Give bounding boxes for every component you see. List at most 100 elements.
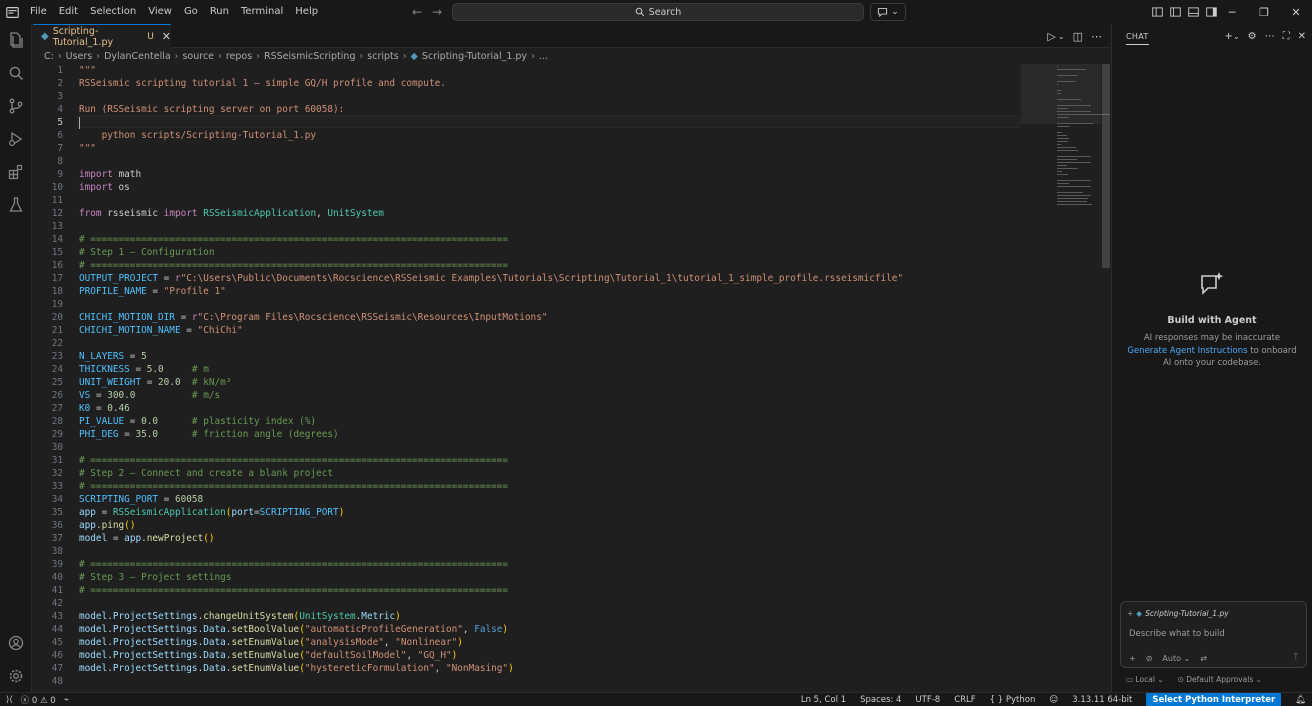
forward-arrow-icon[interactable]: → xyxy=(430,5,444,19)
chat-settings-gear-icon[interactable]: ⚙ xyxy=(1248,31,1257,42)
run-python-file-icon[interactable]: ▷ xyxy=(1047,30,1055,43)
cursor-position[interactable]: Ln 5, Col 1 xyxy=(801,695,846,705)
customize-layout-icon[interactable] xyxy=(1150,5,1164,19)
close-icon[interactable]: ✕ xyxy=(1298,31,1306,42)
more-actions-icon[interactable]: ⋯ xyxy=(1091,30,1102,43)
code-line[interactable]: 33 # ====================================… xyxy=(33,480,1023,493)
send-arrow-icon[interactable]: ↑ xyxy=(1292,652,1300,663)
encoding[interactable]: UTF-8 xyxy=(915,695,940,705)
minimize-icon[interactable]: ─ xyxy=(1216,0,1248,24)
search-icon[interactable] xyxy=(0,57,32,89)
breadcrumb-item[interactable]: scripts xyxy=(367,51,398,62)
context-file-chip[interactable]: + ◆ Scripting-Tutorial_1.py xyxy=(1127,607,1229,620)
breadcrumb-item[interactable]: ... xyxy=(539,51,548,62)
generate-instructions-link[interactable]: Generate Agent Instructions xyxy=(1127,346,1247,356)
code-line[interactable]: 6 python scripts/Scripting-Tutorial_1.py xyxy=(33,129,1023,142)
menu-help[interactable]: Help xyxy=(289,0,324,24)
breadcrumb-item[interactable]: Scripting-Tutorial_1.py xyxy=(422,51,527,62)
new-chat-icon[interactable]: + xyxy=(1225,31,1233,42)
close-icon[interactable]: ✕ xyxy=(162,30,171,43)
code-line[interactable]: 23 N_LAYERS = 5 xyxy=(33,350,1023,363)
add-context-icon[interactable]: + xyxy=(1127,609,1133,618)
code-line[interactable]: 11 xyxy=(33,194,1023,207)
breadcrumb-item[interactable]: RSSeismicScripting xyxy=(264,51,355,62)
breadcrumb-item[interactable]: DylanCentella xyxy=(104,51,171,62)
session-location-picker[interactable]: ▭ Local ⌄ xyxy=(1126,675,1164,684)
mode-picker[interactable]: Auto ⌄ xyxy=(1162,654,1190,663)
code-line[interactable]: 24 THICKNESS = 5.0 # m xyxy=(33,363,1023,376)
code-line[interactable]: 26 VS = 300.0 # m/s xyxy=(33,389,1023,402)
breadcrumb-item[interactable]: C: xyxy=(44,51,54,62)
code-line[interactable]: 29 PHI_DEG = 35.0 # friction angle (degre… xyxy=(33,428,1023,441)
copilot-icon[interactable]: ☺ xyxy=(1049,695,1058,705)
vertical-scrollbar[interactable] xyxy=(1101,64,1110,692)
toggle-panel-icon[interactable] xyxy=(1186,5,1200,19)
chevron-down-icon[interactable]: ⌄ xyxy=(1058,32,1065,41)
notifications-bell-icon[interactable]: 🔔︎ xyxy=(1295,695,1312,705)
remote-icon[interactable]: ⟩⟨ xyxy=(6,695,13,705)
code-line[interactable]: 18 PROFILE_NAME = "Profile 1" xyxy=(33,285,1023,298)
restore-icon[interactable]: ❐ xyxy=(1248,0,1280,24)
python-version[interactable]: 3.13.11 64-bit xyxy=(1072,695,1132,705)
close-icon[interactable]: ✕ xyxy=(1280,0,1312,24)
code-line[interactable]: 5 xyxy=(33,116,1023,129)
chat-input-placeholder[interactable]: Describe what to build xyxy=(1129,629,1225,639)
code-line[interactable]: 21 CHICHI_MOTION_NAME = "ChiChi" xyxy=(33,324,1023,337)
back-arrow-icon[interactable]: ← xyxy=(410,5,424,19)
code-line[interactable]: 17 OUTPUT_PROJECT = r"C:\Users\Public\Doc… xyxy=(33,272,1023,285)
code-line[interactable]: 30 xyxy=(33,441,1023,454)
code-line[interactable]: 22 xyxy=(33,337,1023,350)
code-line[interactable]: 46 model.ProjectSettings.Data.setEnumValu… xyxy=(33,649,1023,662)
menu-view[interactable]: View xyxy=(142,0,178,24)
code-line[interactable]: 20 CHICHI_MOTION_DIR = r"C:\Program Files… xyxy=(33,311,1023,324)
code-line[interactable]: 16 # ====================================… xyxy=(33,259,1023,272)
menu-edit[interactable]: Edit xyxy=(53,0,84,24)
end-of-line[interactable]: CRLF xyxy=(954,695,975,705)
code-line[interactable]: 28 PI_VALUE = 0.0 # plasticity index (%) xyxy=(33,415,1023,428)
breadcrumb-item[interactable]: repos xyxy=(226,51,252,62)
tools-icon[interactable]: ⇄ xyxy=(1200,654,1207,663)
code-line[interactable]: 25 UNIT_WEIGHT = 20.0 # kN/m³ xyxy=(33,376,1023,389)
code-line[interactable]: 27 K0 = 0.46 xyxy=(33,402,1023,415)
code-line[interactable]: 10 import os xyxy=(33,181,1023,194)
code-line[interactable]: 7 """ xyxy=(33,142,1023,155)
code-line[interactable]: 8 xyxy=(33,155,1023,168)
menu-file[interactable]: File xyxy=(24,0,53,24)
code-line[interactable]: 31 # ====================================… xyxy=(33,454,1023,467)
code-line[interactable]: 38 xyxy=(33,545,1023,558)
extensions-icon[interactable] xyxy=(0,156,32,188)
code-line[interactable]: 13 xyxy=(33,220,1023,233)
code-line[interactable]: 43 model.ProjectSettings.changeUnitSystem… xyxy=(33,610,1023,623)
chat-input-box[interactable]: + ◆ Scripting-Tutorial_1.py Describe wha… xyxy=(1120,601,1307,668)
code-line[interactable]: 32 # Step 2 — Connect and create a blank … xyxy=(33,467,1023,480)
accounts-icon[interactable] xyxy=(0,627,32,659)
scrollbar-thumb[interactable] xyxy=(1102,64,1110,268)
code-line[interactable]: 3 xyxy=(33,90,1023,103)
minimap[interactable] xyxy=(1021,64,1110,692)
chevron-down-icon[interactable]: ⌄ xyxy=(1233,32,1240,41)
add-icon[interactable]: + xyxy=(1129,654,1136,663)
source-control-icon[interactable] xyxy=(0,90,32,122)
code-line[interactable]: 12 from rsseismic import RSSeismicApplica… xyxy=(33,207,1023,220)
select-interpreter-button[interactable]: Select Python Interpreter xyxy=(1146,693,1282,706)
attach-icon[interactable]: ⊘ xyxy=(1146,654,1153,663)
breadcrumb-item[interactable]: source xyxy=(182,51,214,62)
code-line[interactable]: 14 # ====================================… xyxy=(33,233,1023,246)
code-line[interactable]: 1 """ xyxy=(33,64,1023,77)
settings-gear-icon[interactable] xyxy=(0,660,32,692)
problems-indicator[interactable]: ⓧ 0 ⚠ 0 xyxy=(21,694,56,706)
command-center-search[interactable]: Search xyxy=(452,3,864,21)
code-line[interactable]: 48 xyxy=(33,675,1023,688)
code-line[interactable]: 19 xyxy=(33,298,1023,311)
code-line[interactable]: 15 # Step 1 — Configuration xyxy=(33,246,1023,259)
explorer-icon[interactable] xyxy=(0,24,32,56)
code-line[interactable]: 34 SCRIPTING_PORT = 60058 xyxy=(33,493,1023,506)
ports-icon[interactable]: ⌁ xyxy=(64,695,69,705)
code-line[interactable]: 39 # ====================================… xyxy=(33,558,1023,571)
code-line[interactable]: 47 model.ProjectSettings.Data.setEnumValu… xyxy=(33,662,1023,675)
minimap-slider[interactable] xyxy=(1021,64,1101,124)
code-line[interactable]: 36 app.ping() xyxy=(33,519,1023,532)
menu-selection[interactable]: Selection xyxy=(84,0,142,24)
code-line[interactable]: 4 Run (RSSeismic scripting server on port… xyxy=(33,103,1023,116)
toggle-primary-sidebar-icon[interactable] xyxy=(1168,5,1182,19)
